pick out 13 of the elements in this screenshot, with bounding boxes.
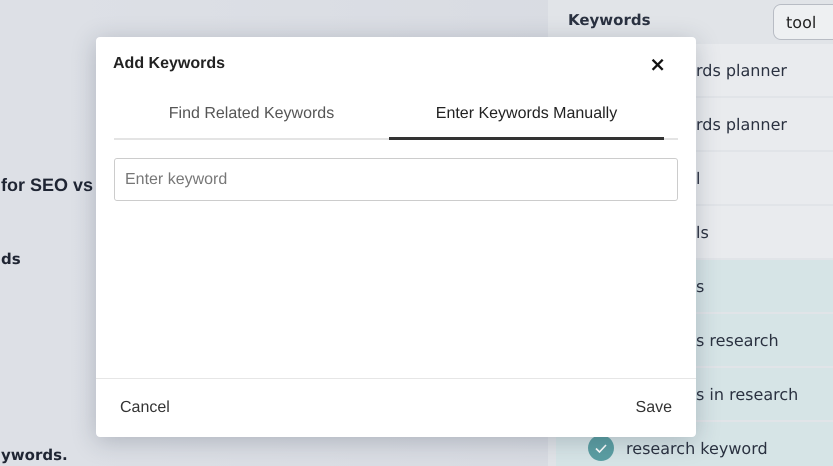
keyword-text: l xyxy=(696,168,700,188)
keyword-text: rds planner xyxy=(696,60,787,80)
keyword-text: rds planner xyxy=(696,114,787,134)
heading-text: ds xyxy=(1,250,21,268)
heading-text: ywords. xyxy=(1,446,68,464)
dialog-title: Add Keywords xyxy=(113,55,226,73)
keyword-text: s research xyxy=(696,330,779,350)
keyword-text: s in research xyxy=(696,384,798,404)
heading-text: for SEO vs xyxy=(1,175,94,196)
keyword-text: s xyxy=(696,276,704,296)
keyword-text: research keyword xyxy=(626,438,768,458)
keyword-text: ls xyxy=(696,222,709,242)
panel-title: Keywords xyxy=(568,11,651,29)
